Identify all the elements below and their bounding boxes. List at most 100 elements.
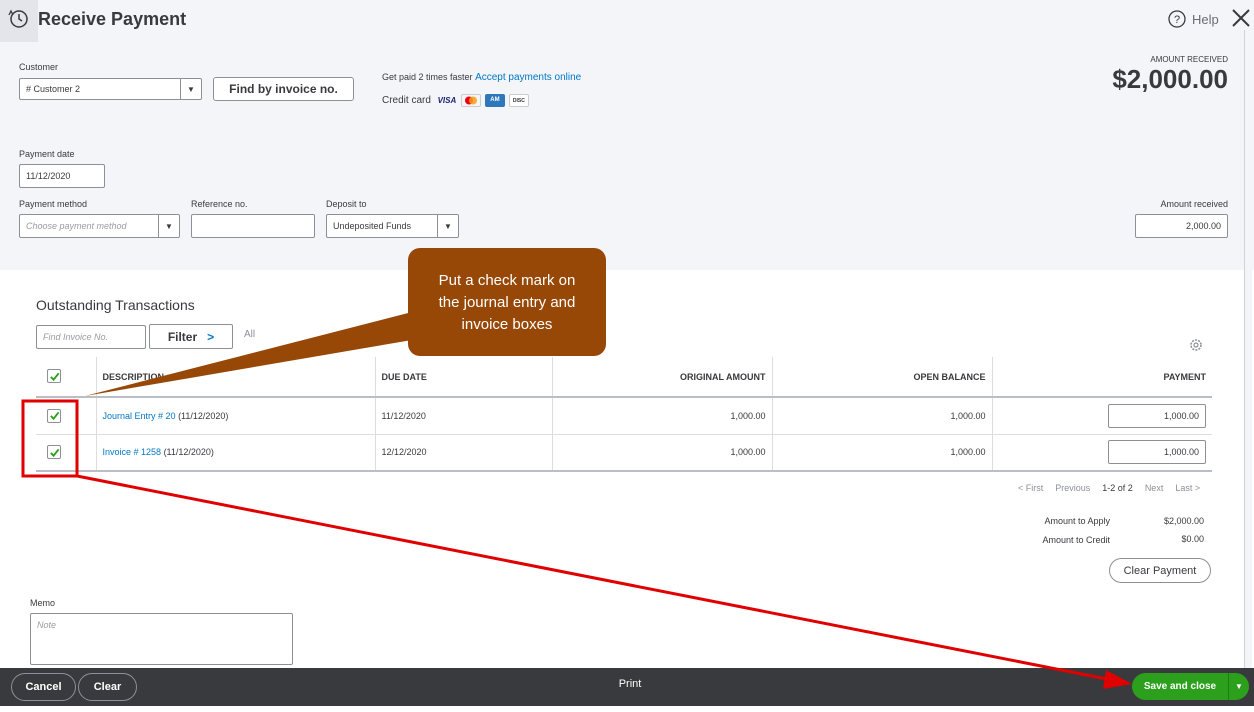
reference-input[interactable] [191,214,315,238]
promo-label: Get paid 2 times faster [382,72,473,82]
page-title: Receive Payment [38,9,187,29]
invoice-link[interactable]: Invoice # 1258 [103,447,162,457]
deposit-to-label: Deposit to [326,199,367,209]
chevron-down-icon[interactable]: ▼ [437,215,458,237]
amount-received-label: AMOUNT RECEIVED [1150,55,1228,64]
customer-label: Customer [19,62,59,72]
scrollbar[interactable] [1244,30,1252,670]
find-by-invoice-button[interactable]: Find by invoice no. [213,77,354,101]
open-balance-cell: 1,000.00 [771,397,992,435]
callout-box: Put a check mark on the journal entry an… [408,248,606,356]
save-and-close-button[interactable]: Save and close ▼ [1132,673,1249,700]
pager-first[interactable]: < First [1018,483,1043,493]
amount-to-credit-label: Amount to Credit [1042,535,1110,545]
chevron-down-icon[interactable]: ▼ [1228,673,1249,700]
chevron-right-icon: > [207,329,215,344]
column-header[interactable]: PAYMENT [991,357,1212,398]
original-amount-cell: 1,000.00 [551,434,772,472]
callout-line: the journal entry and [438,294,576,311]
column-header[interactable]: DUE DATE [374,357,552,398]
pager-previous[interactable]: Previous [1055,483,1090,493]
deposit-to-value: Undeposited Funds [333,221,412,231]
open-balance-cell: 1,000.00 [771,434,992,472]
chevron-down-icon[interactable]: ▼ [158,215,179,237]
table-row: Journal Entry # 20 (11/12/2020) 11/12/20… [36,397,1212,435]
column-header[interactable]: DESCRIPTION [95,357,375,398]
help-label: Help [1192,11,1219,27]
row-checkbox-cell [36,434,96,472]
mastercard-icon [460,94,481,107]
customer-value: # Customer 2 [26,84,81,94]
due-date-cell: 11/12/2020 [374,397,552,435]
description-cell: Invoice # 1258 (11/12/2020) [95,434,375,472]
history-icon[interactable] [0,0,38,42]
pagination: < First Previous 1-2 of 2 Next Last > [1018,483,1200,493]
table-row: Invoice # 1258 (11/12/2020) 12/12/2020 1… [36,434,1212,472]
row-checkbox[interactable] [47,408,61,423]
deposit-to-select[interactable]: Undeposited Funds ▼ [326,214,459,238]
column-header[interactable]: ORIGINAL AMOUNT [551,357,772,398]
help-link[interactable]: ? Help [1168,10,1219,28]
original-amount-cell: 1,000.00 [551,397,772,435]
amount-received-field-label: Amount received [1160,199,1228,209]
filter-button[interactable]: Filter > [149,324,233,349]
checkmark-icon [49,448,59,457]
amount-received-total: $2,000.00 [1112,64,1228,94]
find-invoice-input[interactable]: Find Invoice No. [36,325,146,349]
customer-select[interactable]: # Customer 2 ▼ [19,78,202,100]
pager-range: 1-2 of 2 [1102,483,1133,493]
svg-text:?: ? [1174,14,1180,26]
memo-textarea[interactable]: Note [30,613,293,665]
description-date: (11/12/2020) [178,410,229,421]
discover-icon: DISC [508,94,529,107]
callout-line: invoice boxes [461,316,553,333]
transactions-table: DESCRIPTION DUE DATE ORIGINAL AMOUNT OPE… [36,357,1212,472]
payment-method-select[interactable]: Choose payment method ▼ [19,214,180,238]
payment-date-input[interactable]: 11/12/2020 [19,164,105,188]
due-date-cell: 12/12/2020 [374,434,552,472]
clear-payment-button[interactable]: Clear Payment [1109,558,1211,583]
cancel-button[interactable]: Cancel [11,673,76,701]
credit-card-label: Credit card [382,95,431,106]
filter-label: Filter [167,329,198,344]
accept-payments-link[interactable]: Accept payments online [475,72,581,83]
pager-next[interactable]: Next [1145,483,1164,493]
amount-received-input[interactable]: 2,000.00 [1135,214,1228,238]
outstanding-title: Outstanding Transactions [36,297,195,313]
callout-line: Put a check mark on [438,272,576,289]
payment-input[interactable]: 1,000.00 [1108,440,1206,465]
payment-method-label: Payment method [19,199,88,209]
journal-entry-link[interactable]: Journal Entry # 20 [103,411,176,421]
amount-to-credit-value: $0.00 [1181,534,1204,544]
footer-strip [240,706,960,712]
visa-icon: VISA [437,96,457,105]
promo-text: Get paid 2 times faster Accept payments … [382,72,581,83]
table-header-row: DESCRIPTION DUE DATE ORIGINAL AMOUNT OPE… [36,357,1212,398]
row-checkbox-cell [36,397,96,435]
row-checkbox[interactable] [47,445,61,459]
header-panel [0,0,1254,270]
gear-icon[interactable] [1188,337,1204,353]
amount-to-apply-label: Amount to Apply [1044,516,1110,526]
description-date: (11/12/2020) [163,447,214,458]
amount-to-apply-value: $2,000.00 [1163,516,1204,526]
pager-last[interactable]: Last > [1175,483,1200,493]
close-icon[interactable] [1229,6,1253,30]
column-header[interactable]: OPEN BALANCE [771,357,992,398]
payment-method-placeholder: Choose payment method [26,221,127,231]
checkmark-icon [49,411,59,421]
credit-card-row: Credit card VISA AM DISC [382,94,529,107]
chevron-down-icon[interactable]: ▼ [180,79,201,99]
clear-button[interactable]: Clear [78,673,137,701]
checkmark-icon [49,372,59,381]
help-icon: ? [1168,10,1186,28]
memo-label: Memo [30,598,56,608]
select-all-cell [36,357,96,398]
payment-cell: 1,000.00 [991,397,1212,435]
description-cell: Journal Entry # 20 (11/12/2020) [95,397,375,435]
payment-date-label: Payment date [19,149,75,159]
payment-input[interactable]: 1,000.00 [1108,403,1206,428]
select-all-checkbox[interactable] [47,369,61,384]
save-and-close-label: Save and close [1143,681,1217,692]
print-button[interactable]: Print [610,678,650,690]
